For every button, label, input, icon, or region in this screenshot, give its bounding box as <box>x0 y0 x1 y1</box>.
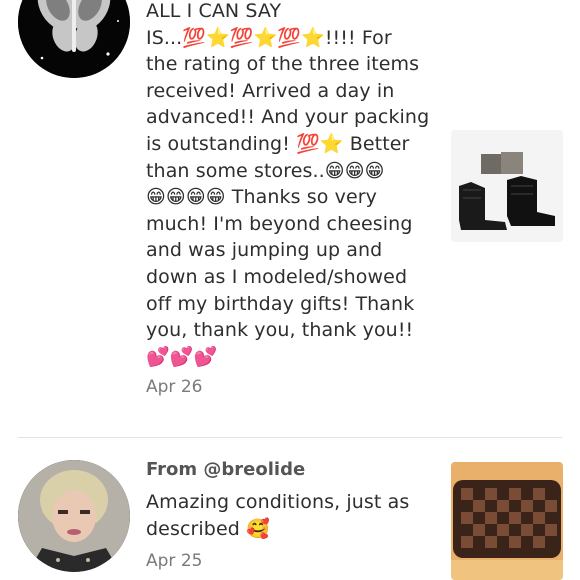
reviewer-avatar[interactable] <box>18 460 130 572</box>
butterfly-avatar-icon <box>18 0 130 78</box>
review-text-line: advanced!! And your packing <box>146 106 430 129</box>
review-text-line: described 🥰 <box>146 517 270 540</box>
review-text-line: off my birthday gifts! Thank <box>146 292 415 315</box>
review-divider <box>18 437 562 438</box>
woman-avatar-icon <box>18 460 130 572</box>
review-text-line: 😁😁😁😁 Thanks so very <box>146 186 377 209</box>
reviewer-handle[interactable]: From @breolide <box>146 459 305 480</box>
review-photo[interactable] <box>451 462 563 580</box>
review-text-line: than some stores..😁😁😁 <box>146 159 385 182</box>
black-boots-photo-icon <box>451 130 563 242</box>
review-text: Amazing conditions, just as described 🥰 <box>146 489 409 542</box>
review-text-line: much! I'm beyond cheesing <box>146 212 413 235</box>
review-text-line: the rating of the three items <box>146 53 420 76</box>
review-text-line: you, thank you, thank you!! <box>146 319 414 342</box>
review-date: Apr 26 <box>146 377 203 397</box>
review-photo[interactable] <box>451 130 563 242</box>
review-text-line: Amazing conditions, just as <box>146 491 410 513</box>
review-text-line: received! Arrived a day in <box>146 79 395 102</box>
review-text-line: down as I modeled/showed <box>146 265 408 288</box>
review-text-line: and was jumping up and <box>146 239 383 262</box>
review-text-line: IS...💯⭐💯⭐💯⭐!!!! For <box>146 26 392 49</box>
review-text: ALL I CAN SAY IS...💯⭐💯⭐💯⭐!!!! For the ra… <box>146 0 429 370</box>
reviewer-avatar[interactable] <box>18 0 130 78</box>
review-date: Apr 25 <box>146 551 203 571</box>
review-item: From @breolide Amazing conditions, just … <box>0 440 580 580</box>
review-item: ALL I CAN SAY IS...💯⭐💯⭐💯⭐!!!! For the ra… <box>0 0 580 430</box>
review-text-line: 💕💕💕 <box>146 345 218 368</box>
damier-wallet-photo-icon <box>451 462 563 580</box>
review-text-line: is outstanding! 💯⭐ Better <box>146 132 410 155</box>
review-text-line: ALL I CAN SAY <box>146 0 282 22</box>
